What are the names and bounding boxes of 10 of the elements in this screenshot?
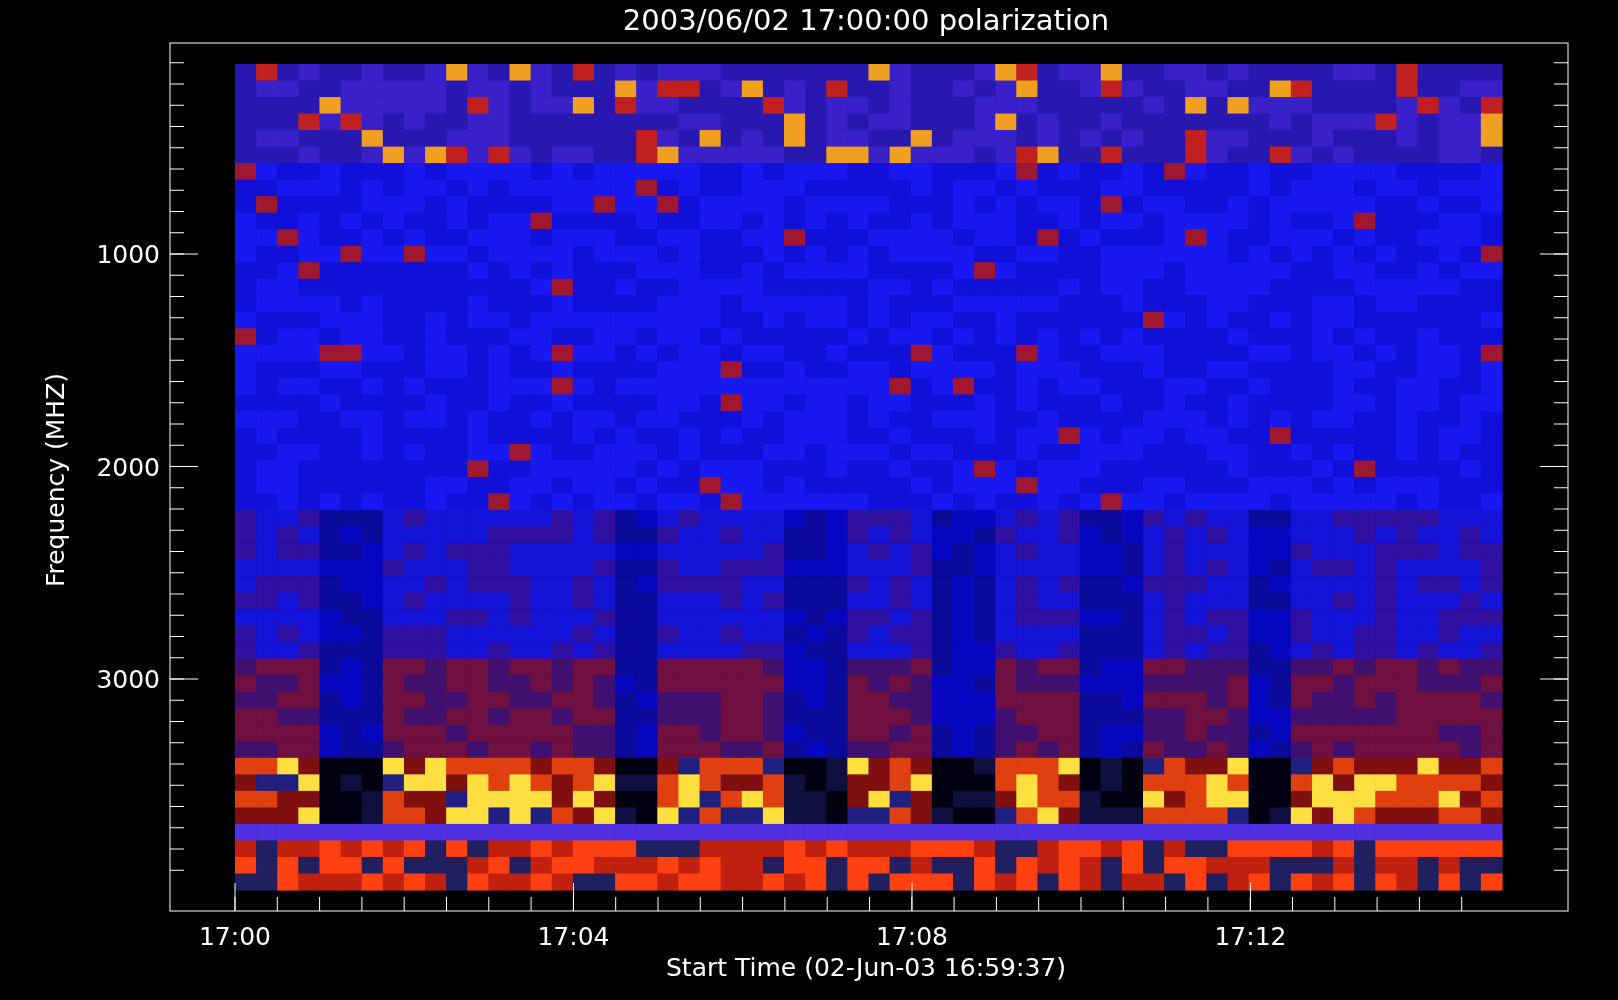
- x-tick-label: 17:04: [537, 922, 610, 951]
- y-tick-label: 2000: [96, 452, 160, 482]
- y-axis-label: Frequency (MHZ): [41, 372, 70, 588]
- y-tick-label: 3000: [96, 665, 160, 694]
- y-tick-label: 1000: [96, 240, 160, 269]
- x-tick-label: 17:12: [1214, 922, 1287, 951]
- x-tick-label: 17:08: [876, 922, 948, 951]
- x-axis-label: Start Time (02-Jun-03 16:59:37): [666, 953, 1066, 982]
- x-tick-label: 17:00: [199, 922, 271, 951]
- plot-title: 2003/06/02 17:00:00 polarization: [622, 3, 1110, 37]
